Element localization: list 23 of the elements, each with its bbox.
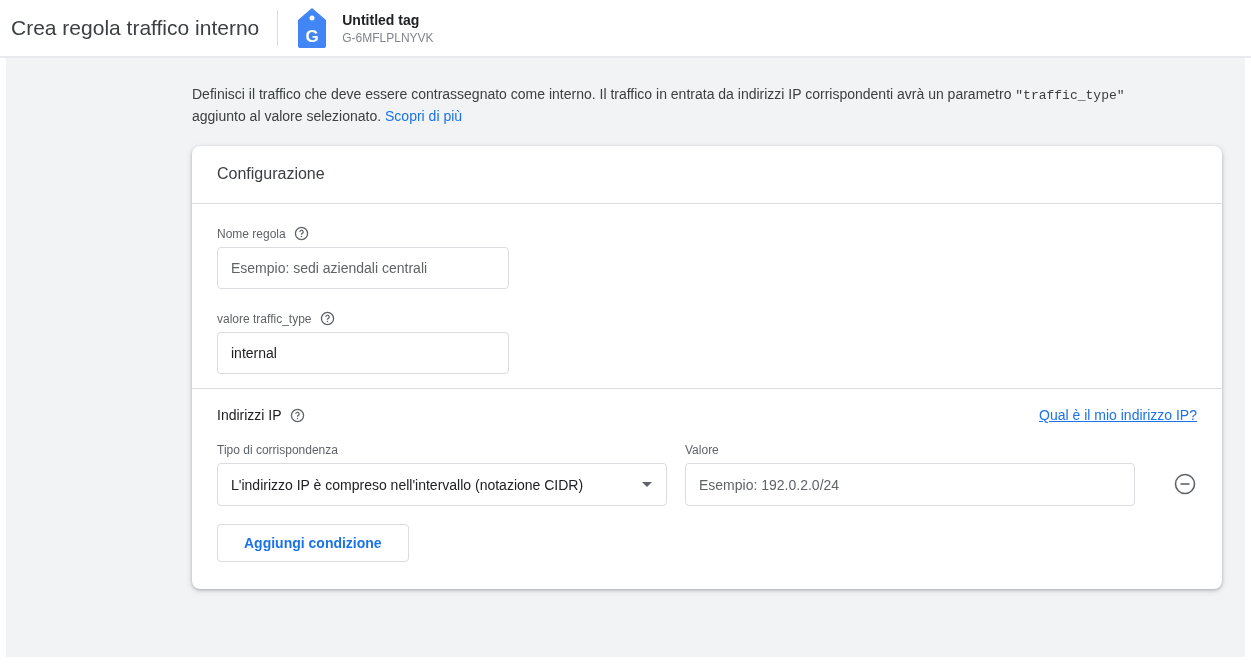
help-icon[interactable] — [293, 226, 309, 241]
input-field[interactable]: Esempio: 192.0.2.0/24 — [685, 463, 1135, 506]
input-field[interactable]: internal — [217, 332, 509, 374]
ip-link[interactable]: Qual è il mio indirizzo IP? — [1039, 407, 1197, 423]
remove-icon[interactable] — [1174, 473, 1196, 495]
help-icon[interactable] — [289, 407, 305, 423]
match-type-dropdown[interactable]: L'indirizzo IP è compreso nell'intervallo (notazione CIDR) — [217, 463, 667, 506]
help-icon[interactable] — [319, 311, 335, 326]
field-label: valore traffic_type — [217, 311, 312, 326]
learn-more-link[interactable]: Scopri di più — [385, 108, 463, 124]
intro-text: Definisci il traffico che deve essere contrassegnato come interno. Il traffico in entrata da indirizzi IP corrispondenti avrà un parametro "traffic_type" aggiunto al valore selezionato. Scopri di più — [192, 85, 1126, 126]
card-title: Configurazione — [192, 146, 1222, 204]
page-title: Crea regola traffico interno — [11, 16, 260, 40]
section-title: Indirizzi IP — [217, 407, 282, 423]
field-label: Valore — [685, 443, 720, 457]
field-label: Nome regola — [217, 226, 286, 241]
tag-icon: G — [298, 8, 327, 48]
field-label: Tipo di corrispondenza — [217, 443, 339, 457]
tag-id: G-6MFLPLNYVK — [342, 30, 434, 45]
tag-name: Untitled tag — [342, 11, 421, 28]
caret-icon — [642, 482, 652, 487]
input-field[interactable]: Esempio: sedi aziendali centrali — [217, 247, 509, 289]
add-condition-button[interactable]: Aggiungi condizione — [217, 524, 409, 562]
